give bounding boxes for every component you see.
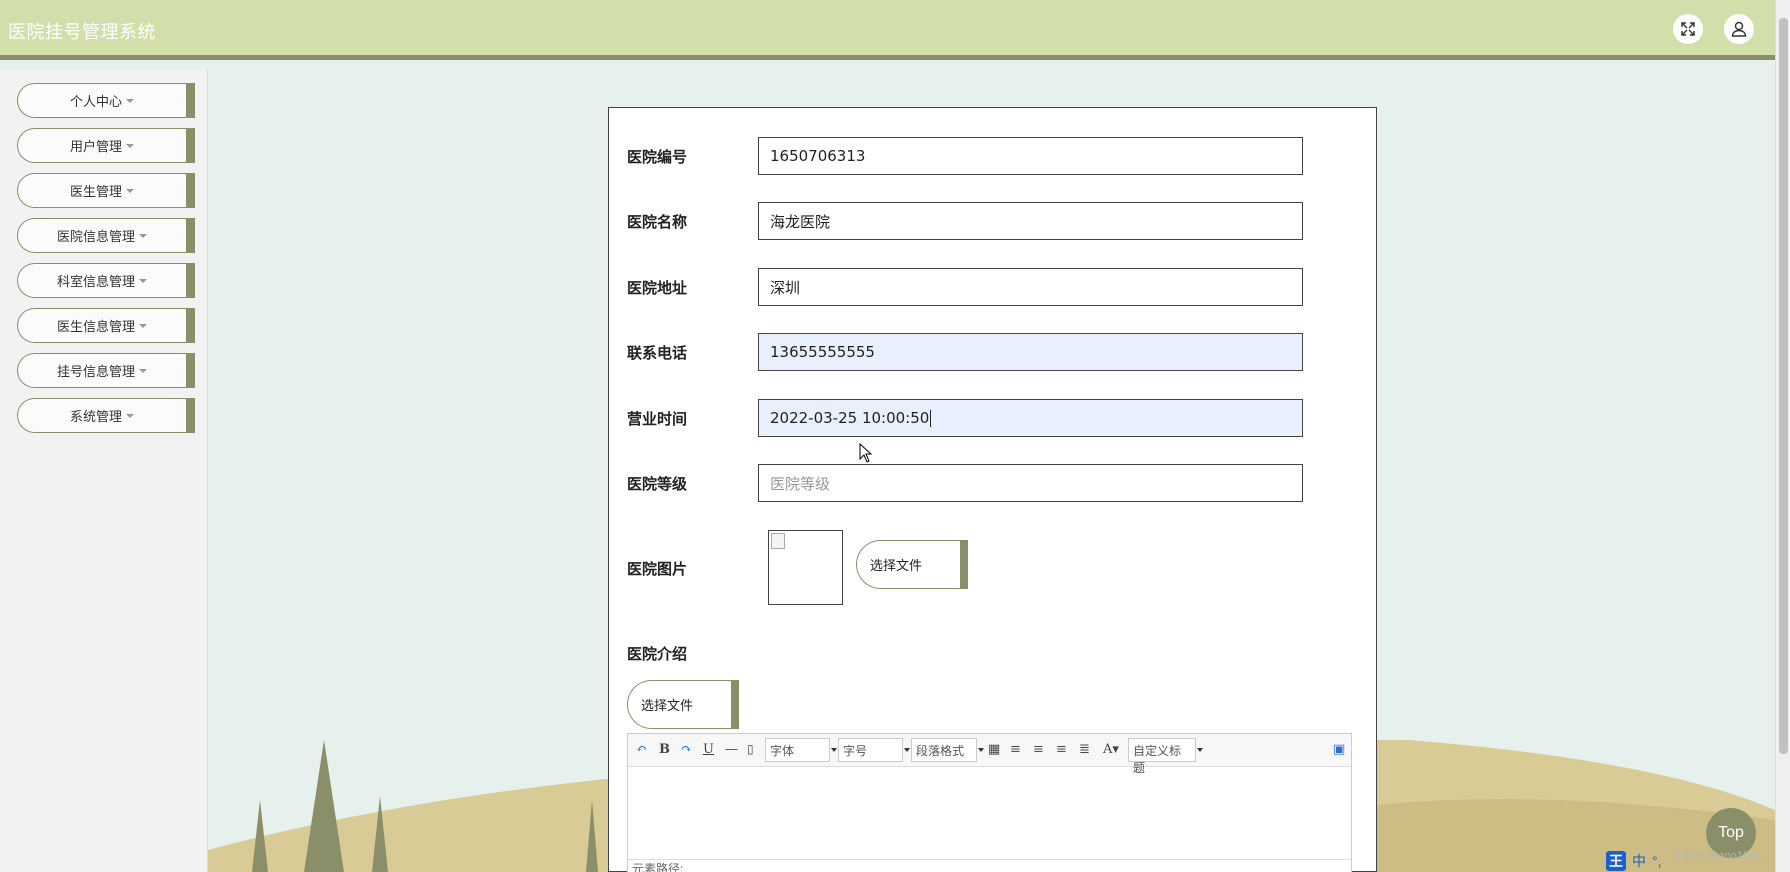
undo-icon[interactable]: ↶ [636,742,647,757]
top-header: 医院挂号管理系统 [0,0,1775,60]
top-label: Top [1718,824,1744,841]
hospital-level-placeholder: 医院等级 [770,474,831,493]
sidebar-item-label: 医生管理 [69,184,122,199]
justify-icon[interactable]: ≣ [1079,742,1090,757]
caret-down-icon [126,143,134,148]
business-hours-label: 营业时间 [627,411,688,428]
caret-down-icon [139,323,147,328]
hospital-intro-label: 医院介绍 [627,646,688,663]
user-button[interactable] [1724,14,1754,44]
caret-down-icon [126,413,134,418]
sidebar-item-hospital-info[interactable]: 医院信息管理 [17,218,195,253]
hospital-level-input[interactable]: 医院等级 [758,464,1303,502]
align-left-icon[interactable]: ≡ [1010,742,1021,757]
hospital-level-label: 医院等级 [627,476,688,493]
bold-icon[interactable]: B [659,742,670,757]
image-choose-file-button[interactable]: 选择文件 [856,540,968,589]
punctuation-icon[interactable]: °, [1652,853,1662,869]
hospital-address-input[interactable]: 深圳 [758,268,1303,306]
sidebar-item-label: 科室信息管理 [56,274,135,289]
paragraph-select[interactable]: 段落格式 [911,738,984,762]
sidebar-item-label: 挂号信息管理 [56,364,135,379]
paragraph-label: 段落格式 [916,744,965,758]
sidebar-item-label: 医院信息管理 [56,229,135,244]
broken-image-icon [771,533,785,549]
scrollbar-thumb[interactable] [1779,18,1788,754]
chevron-down-icon [831,748,837,752]
element-path: 元素路径: [628,859,1351,872]
underline-icon[interactable]: U [703,742,714,757]
app-title: 医院挂号管理系统 [8,22,156,42]
font-size-select[interactable]: 字号 [838,738,910,762]
fullscreen-button[interactable] [1673,14,1703,44]
editor-content-area[interactable] [628,767,1351,859]
sidebar-item-label: 用户管理 [69,139,122,154]
table-icon[interactable]: ▦ [988,742,1000,757]
sidebar: 个人中心 用户管理 医生管理 医院信息管理 科室信息管理 医生信息管理 挂号信息… [0,70,208,872]
sidebar-item-doctor-management[interactable]: 医生管理 [17,173,195,208]
hospital-name-label: 医院名称 [627,214,688,231]
caret-down-icon [139,233,147,238]
business-hours-input[interactable]: 2022-03-25 10:00:50 [758,399,1303,437]
chevron-down-icon [904,748,910,752]
align-right-icon[interactable]: ≡ [1033,742,1044,757]
hospital-address-label: 医院地址 [627,280,688,297]
choose-file-label: 选择文件 [641,698,694,713]
hospital-id-label: 医院编号 [627,149,688,166]
phone-value: 13655555555 [770,343,875,361]
sidebar-item-system-management[interactable]: 系统管理 [17,398,195,433]
font-size-label: 字号 [843,744,868,758]
hospital-id-input[interactable]: 1650706313 [758,137,1303,175]
hospital-id-value: 1650706313 [770,147,866,165]
ime-language-toggle[interactable]: 中 [1632,851,1646,871]
horizontal-rule-icon[interactable]: — [725,742,738,757]
custom-title-select[interactable]: 自定义标题 [1128,738,1203,775]
caret-down-icon [126,188,134,193]
phone-label: 联系电话 [627,345,688,362]
sidebar-item-label: 医生信息管理 [56,319,135,334]
sidebar-item-department-info[interactable]: 科室信息管理 [17,263,195,298]
font-color-icon[interactable]: A▾ [1103,742,1119,757]
font-family-label: 字体 [770,744,795,758]
window-scrollbar[interactable] [1775,0,1790,872]
hospital-image-preview [768,530,843,605]
hospital-address-value: 深圳 [770,278,801,297]
caret-down-icon [139,368,147,373]
hospital-name-input[interactable]: 海龙医院 [758,202,1303,240]
sidebar-item-doctor-info[interactable]: 医生信息管理 [17,308,195,343]
editor-toolbar: ↶ B ↷ U — ▯ 字体 字号 段落格式 ▦ ≡ ≡ ≡ ≣ A▾ 自定义标… [628,734,1351,775]
document-icon[interactable]: ▯ [747,742,754,756]
choose-file-label: 选择文件 [870,558,923,573]
watermark: CSDN @ano1015 [1673,850,1762,862]
rich-text-editor: ↶ B ↷ U — ▯ 字体 字号 段落格式 ▦ ≡ ≡ ≡ ≣ A▾ 自定义标… [627,733,1352,872]
phone-input[interactable]: 13655555555 [758,333,1303,371]
chevron-down-icon [1197,748,1203,752]
caret-down-icon [126,98,134,103]
hospital-name-value: 海龙医院 [770,212,831,231]
sidebar-item-label: 个人中心 [69,94,122,109]
ime-logo-icon[interactable]: 王 [1606,851,1626,871]
hospital-image-label: 医院图片 [627,561,688,578]
text-cursor [930,409,932,427]
caret-down-icon [139,278,147,283]
business-hours-value: 2022-03-25 10:00:50 [770,409,930,427]
intro-choose-file-button[interactable]: 选择文件 [627,680,739,729]
redo-icon[interactable]: ↷ [681,742,692,757]
sidebar-item-user-management[interactable]: 用户管理 [17,128,195,163]
sidebar-item-personal-center[interactable]: 个人中心 [17,83,195,118]
sidebar-item-registration-info[interactable]: 挂号信息管理 [17,353,195,388]
hospital-form-panel: 医院编号 1650706313 医院名称 海龙医院 医院地址 深圳 联系电话 1… [608,107,1377,872]
mouse-pointer-icon [859,443,873,463]
sidebar-item-label: 系统管理 [69,409,122,424]
user-icon [1731,21,1747,37]
chevron-down-icon [978,748,984,752]
align-center-icon[interactable]: ≡ [1056,742,1067,757]
font-family-select[interactable]: 字体 [765,738,837,762]
source-code-icon[interactable]: ▣ [1333,742,1345,757]
fullscreen-icon [1681,22,1695,36]
